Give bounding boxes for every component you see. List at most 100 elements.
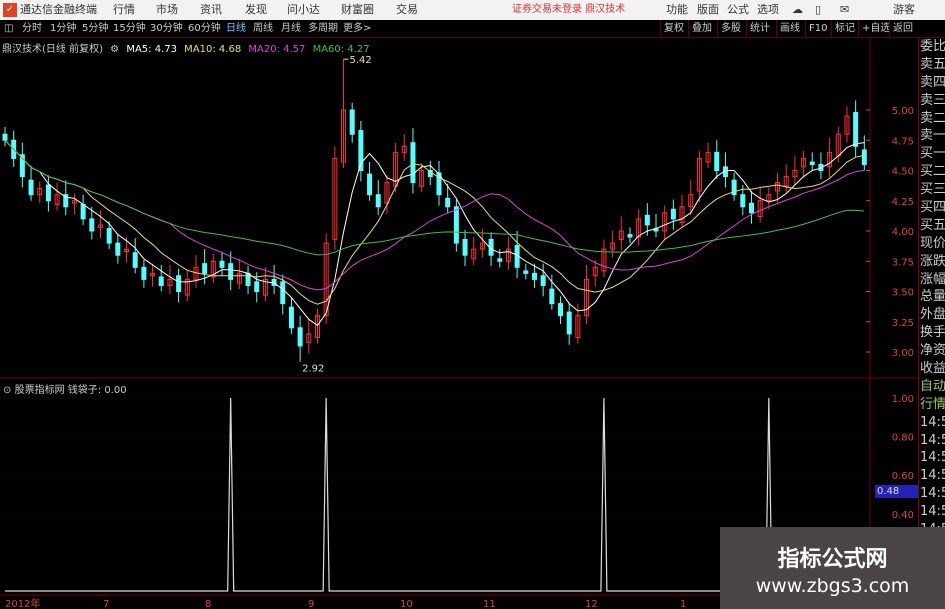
menu-caifuquan[interactable]: 财富圈 xyxy=(341,3,374,17)
candle-down xyxy=(531,272,537,280)
menu-zixun[interactable]: 资讯 xyxy=(200,3,222,17)
candle-down xyxy=(445,197,451,208)
quote-row[interactable]: 行情 xyxy=(919,396,945,414)
candle-down xyxy=(106,228,112,244)
y-tick-label: 4.25 xyxy=(892,197,914,208)
quote-row: 14:56 xyxy=(920,486,945,502)
menu-wenxiaoda[interactable]: 问小达 xyxy=(287,3,320,17)
period-daily[interactable]: 日线 xyxy=(226,20,246,38)
candle-down xyxy=(453,206,459,244)
indicator-toggle-icon[interactable]: ⊙ xyxy=(3,385,11,396)
quote-row: 买二 xyxy=(920,164,945,180)
quote-row: 14:56 xyxy=(920,432,945,448)
tool-biaoji[interactable]: 标记 xyxy=(831,20,855,38)
menu-jiaoyi[interactable]: 交易 xyxy=(396,3,418,17)
period-fenshi[interactable]: 分时 xyxy=(22,20,42,38)
candle-down xyxy=(740,194,746,208)
menu-hangqing[interactable]: 行情 xyxy=(113,3,135,17)
period-60min[interactable]: 60分钟 xyxy=(188,20,221,38)
candle-down xyxy=(254,281,260,293)
indicator-tick-label: 0.40 xyxy=(892,510,914,521)
quote-row: 委比 xyxy=(920,39,945,54)
period-30min[interactable]: 30分钟 xyxy=(150,20,183,38)
quote-row: 14:56 xyxy=(920,468,945,484)
tool-fanhui[interactable]: 返回 xyxy=(889,20,913,38)
period-15min[interactable]: 15分钟 xyxy=(113,20,146,38)
tool-duogu[interactable]: 多股 xyxy=(717,20,741,38)
quote-row: 卖四 xyxy=(920,74,945,90)
period-5min[interactable]: 5分钟 xyxy=(82,20,108,38)
y-tick-label: 4.50 xyxy=(892,167,914,178)
candle-down xyxy=(280,281,286,305)
quote-row: 现价 xyxy=(920,235,945,251)
candle-down xyxy=(176,275,182,293)
candle-down xyxy=(375,194,381,208)
quote-row: 买五 xyxy=(920,217,945,233)
candle-down xyxy=(853,111,859,147)
menu-gongneng[interactable]: 功能 xyxy=(666,3,688,17)
indicator-value: 钱袋子: 0.00 xyxy=(67,385,127,396)
candle-down xyxy=(28,179,34,196)
indicator-tick-label: 0.60 xyxy=(892,471,914,482)
period-more[interactable]: 更多> xyxy=(343,20,371,38)
tool-zixuan[interactable]: +自选 xyxy=(858,20,890,38)
menu-gongshi[interactable]: 公式 xyxy=(727,3,749,17)
login-status[interactable]: 证券交易未登录 鼎汉技术 xyxy=(512,3,625,17)
candle-down xyxy=(627,234,633,238)
quote-row[interactable]: 自动 xyxy=(919,378,945,396)
menu-faxian[interactable]: 发现 xyxy=(245,3,267,17)
tool-tongji[interactable]: 统计 xyxy=(746,20,770,38)
candle-down xyxy=(202,263,208,274)
tool-huaxian[interactable]: 画线 xyxy=(776,20,800,38)
x-tick-label: 9 xyxy=(308,599,314,609)
quote-row: 买四 xyxy=(920,200,945,216)
quote-row: 换手 xyxy=(920,325,945,341)
kline-chart[interactable]: 5.00 4.75 4.50 4.25 4.00 3.75 3.50 3.25 3.00 5.42… xyxy=(0,38,918,609)
tool-fuquan[interactable]: 复权 xyxy=(660,20,684,38)
quote-row: 外盘 xyxy=(920,307,945,323)
message-icon[interactable]: ✉ xyxy=(840,3,849,17)
candle-down xyxy=(89,218,95,232)
y-tick-label: 3.50 xyxy=(892,288,914,299)
quote-row: 14:56 xyxy=(920,504,945,520)
tool-f10[interactable]: F10 xyxy=(805,20,827,38)
indicator-name: 股票指标网 xyxy=(14,385,65,396)
candle-down xyxy=(861,149,867,165)
period-multi[interactable]: 多周期 xyxy=(308,20,338,38)
tool-diejia[interactable]: 叠加 xyxy=(688,20,712,38)
quote-row: 总量 xyxy=(920,289,945,305)
candle-down xyxy=(141,266,147,280)
quote-row: 涨幅 xyxy=(920,271,945,287)
candle-down xyxy=(288,306,294,329)
candle-down xyxy=(132,252,138,268)
candle-down xyxy=(558,303,564,317)
candle-down xyxy=(523,270,529,274)
phone-icon[interactable]: ▯ xyxy=(815,3,821,17)
menu-shichang[interactable]: 市场 xyxy=(156,3,178,17)
quote-row: 卖五 xyxy=(920,56,945,72)
app-title: 通达信金融终端 xyxy=(20,3,97,16)
candle-down xyxy=(549,288,555,305)
quote-row: 卖一 xyxy=(920,128,945,144)
quote-panel: 委比 卖五 卖四 卖三 卖二 卖一 买一 买二 买三 买四 买五 现价 涨跌 涨幅 总量 外盘 换手 净资 收益 自动… xyxy=(918,38,945,609)
y-tick-label: 3.00 xyxy=(892,348,914,359)
period-1min[interactable]: 1分钟 xyxy=(50,20,76,38)
menu-xuanxiang[interactable]: 选项 xyxy=(757,3,779,17)
candle-down xyxy=(349,109,355,135)
watermark-url: www.zbgs3.com xyxy=(755,575,910,597)
user-label[interactable]: 游客 xyxy=(893,3,915,17)
cloud-icon[interactable]: ☁ xyxy=(792,3,803,17)
candle-down xyxy=(115,242,121,256)
quote-row: 卖二 xyxy=(920,110,945,126)
candle-down xyxy=(228,263,234,280)
quote-row: 净资 xyxy=(920,343,945,359)
period-monthly[interactable]: 月线 xyxy=(281,20,301,38)
app-logo-icon: ✓ xyxy=(3,3,17,17)
title-bar: ✓ 通达信金融终端 行情 市场 资讯 发现 问小达 财富圈 交易 证券交易未登录… xyxy=(0,0,945,20)
menu-banmian[interactable]: 版面 xyxy=(697,3,719,17)
toggle-panel-icon[interactable]: ◫ xyxy=(4,20,13,38)
quote-row: 买一 xyxy=(920,146,945,162)
high-label: 5.42 xyxy=(350,55,372,66)
quote-row: 涨跌 xyxy=(920,253,945,269)
period-weekly[interactable]: 周线 xyxy=(253,20,273,38)
